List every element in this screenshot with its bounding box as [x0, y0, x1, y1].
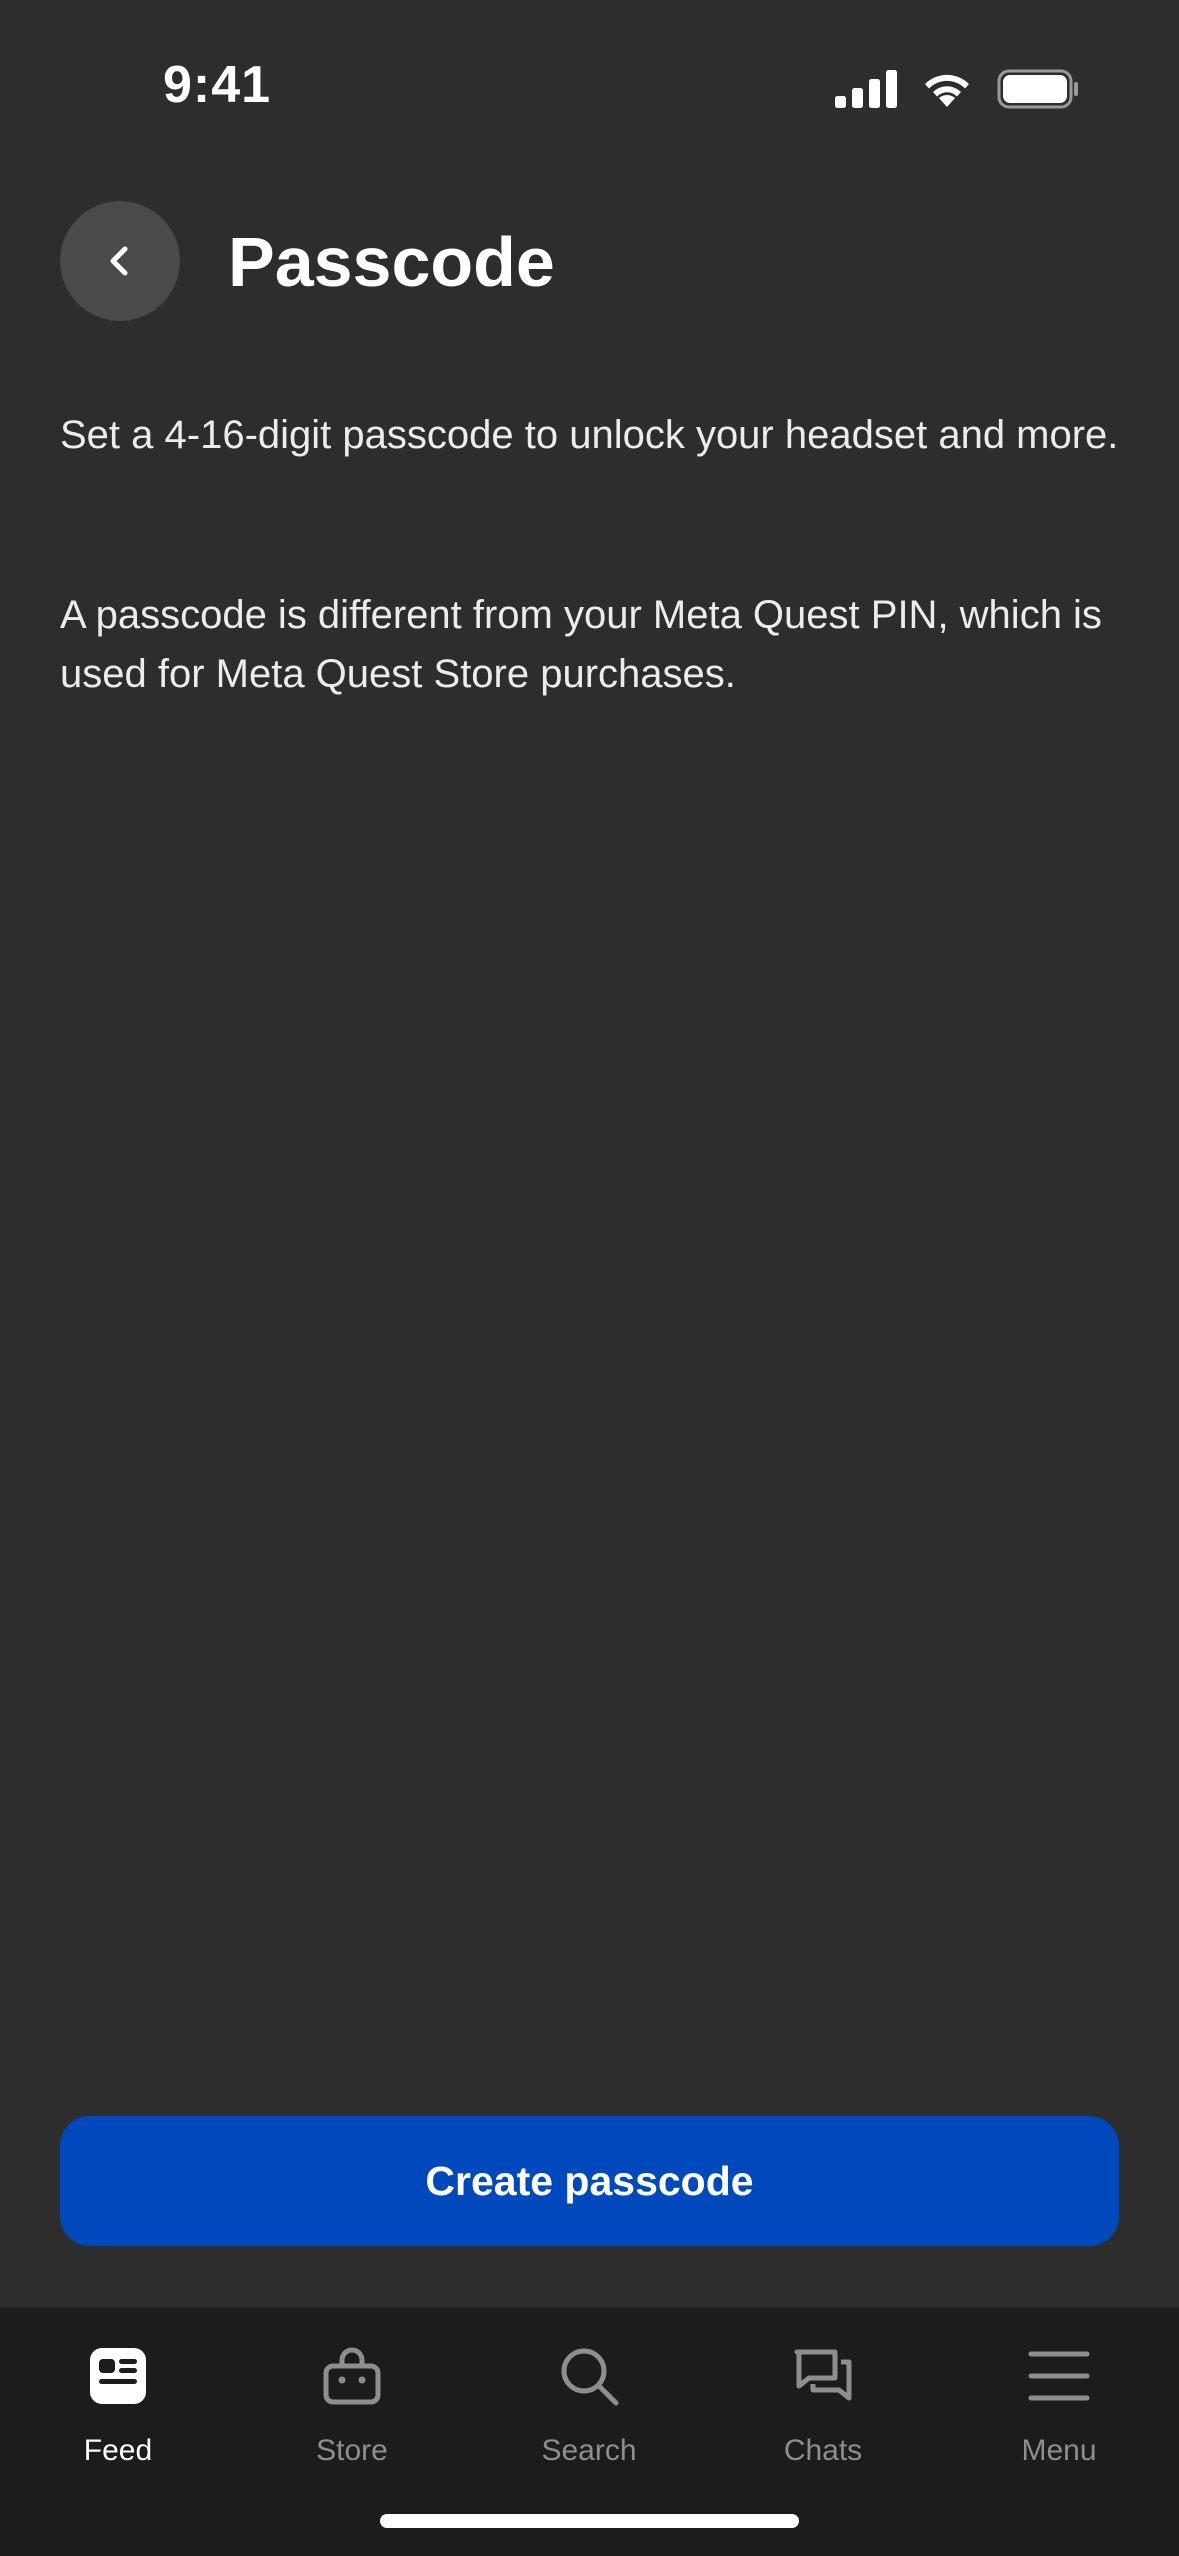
tab-chats[interactable]: Chats: [723, 2330, 923, 2480]
chats-icon: [787, 2340, 859, 2412]
status-bar: 9:41: [0, 0, 1179, 170]
feed-icon: [82, 2340, 154, 2412]
tab-chats-label: Chats: [783, 2434, 863, 2467]
passcode-screen: 9:41 Passcode Set a 4-16-digit passcode …: [0, 0, 1179, 2556]
tab-feed[interactable]: Feed: [18, 2330, 218, 2480]
tab-store[interactable]: Store: [252, 2330, 452, 2480]
tab-menu-label: Menu: [1021, 2434, 1097, 2467]
menu-icon: [1023, 2340, 1095, 2412]
description-pin-difference: A passcode is different from your Meta Q…: [60, 593, 1102, 696]
tab-menu[interactable]: Menu: [959, 2330, 1159, 2480]
store-bag-icon: [316, 2340, 388, 2412]
create-passcode-button[interactable]: Create passcode: [60, 2116, 1119, 2246]
cellular-signal-icon: [835, 70, 897, 108]
wifi-icon: [925, 74, 969, 107]
chevron-left-icon: [110, 246, 128, 276]
tab-store-label: Store: [316, 2434, 388, 2467]
tab-search[interactable]: Search: [489, 2330, 689, 2480]
tab-feed-label: Feed: [83, 2434, 153, 2467]
home-indicator: [380, 2514, 799, 2528]
page-title: Passcode: [228, 223, 555, 301]
create-passcode-button-label: Create passcode: [425, 2157, 754, 2204]
battery-icon: [997, 69, 1078, 109]
tab-search-label: Search: [541, 2434, 637, 2467]
description-passcode-usage: Set a 4-16-digit passcode to unlock your…: [60, 413, 1119, 457]
back-button[interactable]: [60, 201, 180, 321]
search-icon: [553, 2340, 625, 2412]
status-time: 9:41: [163, 56, 272, 114]
status-icons: [835, 66, 1079, 112]
